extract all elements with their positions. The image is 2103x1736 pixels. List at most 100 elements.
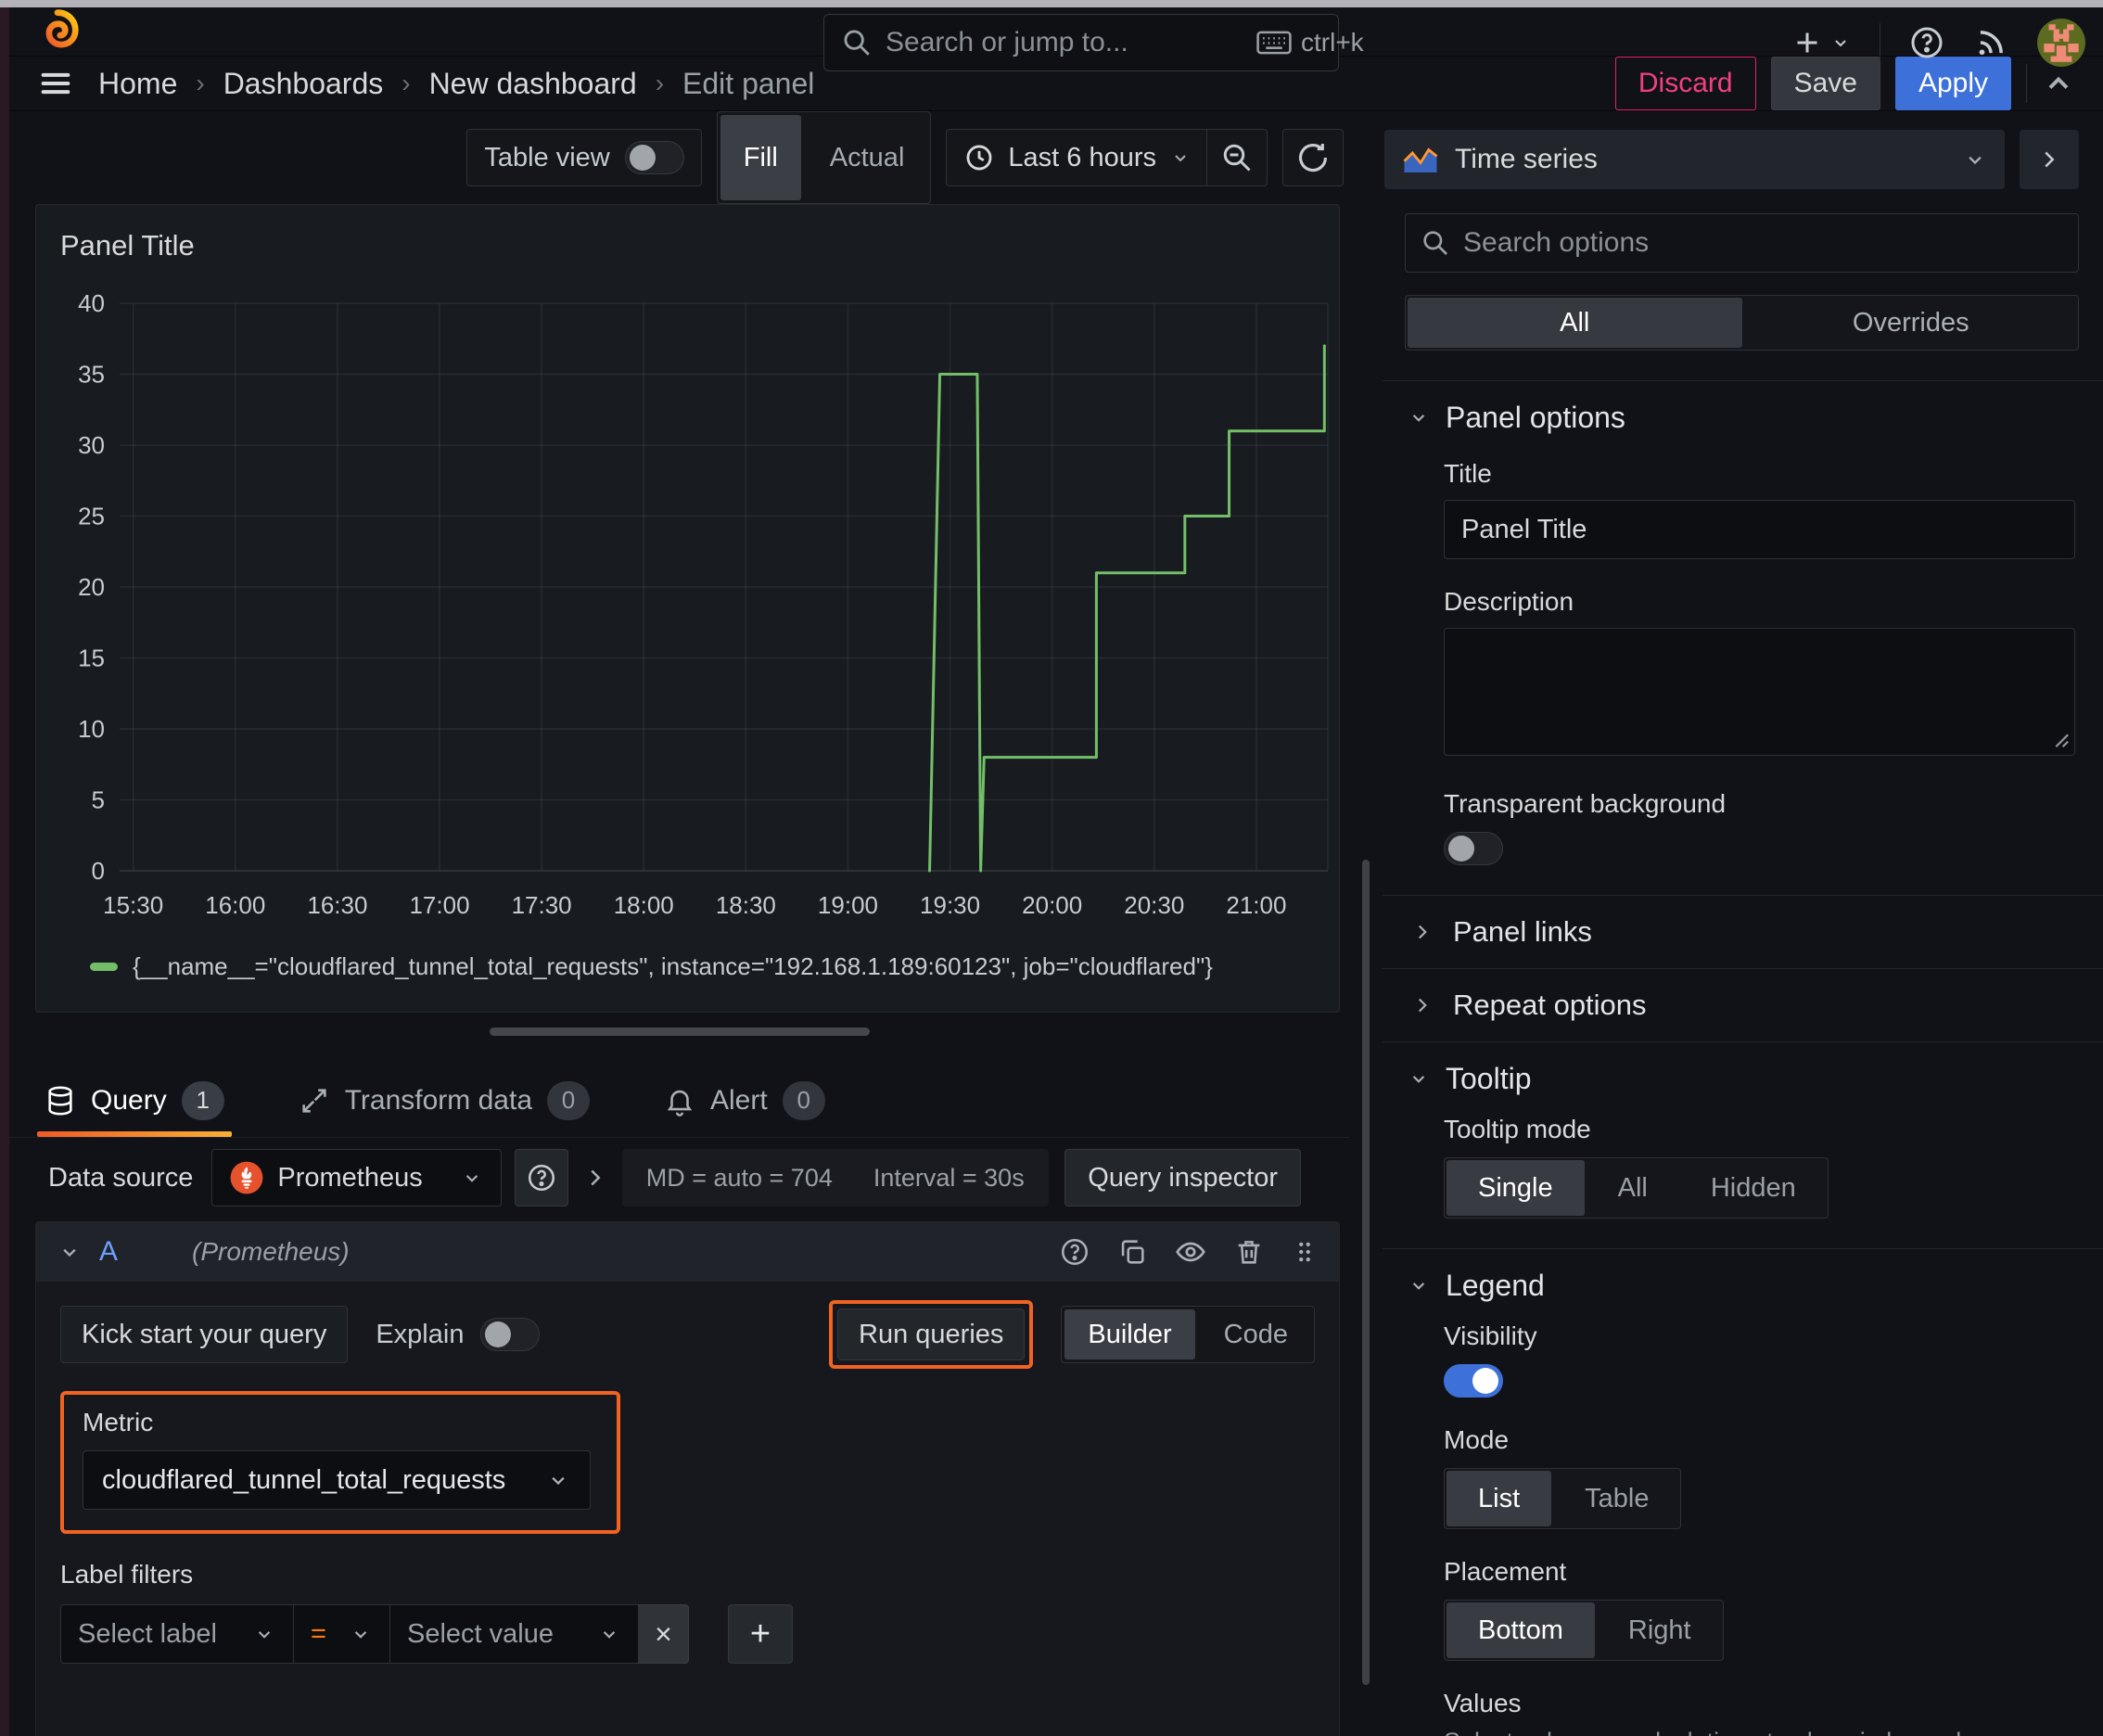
tooltip-all-option[interactable]: All: [1587, 1158, 1679, 1218]
values-help-text: Select values or calculations to show in…: [1383, 1728, 2103, 1736]
breadcrumb-edit-panel: Edit panel: [682, 66, 815, 100]
legend-visibility-toggle[interactable]: [1444, 1364, 1503, 1398]
search-icon: [841, 27, 873, 58]
zoom-out-time-button[interactable]: [1207, 130, 1267, 185]
query-help-icon[interactable]: [1059, 1236, 1090, 1268]
tab-all-options[interactable]: All: [1408, 298, 1742, 348]
chevron-down-icon: [1412, 1283, 1425, 1290]
query-options-summary[interactable]: MD = auto = 704 Interval = 30s: [621, 1149, 1049, 1206]
visualization-name: Time series: [1455, 144, 1598, 174]
resize-grip-icon[interactable]: [2049, 728, 2070, 748]
news-rss-button[interactable]: [1973, 25, 2008, 60]
legend-series-label[interactable]: {__name__="cloudflared_tunnel_total_requ…: [133, 952, 1213, 981]
options-search-input[interactable]: [1463, 227, 2063, 259]
run-queries-button[interactable]: Run queries: [837, 1308, 1026, 1360]
datasource-label: Data source: [48, 1162, 194, 1193]
query-ref-id[interactable]: A: [99, 1236, 118, 1268]
add-filter-button[interactable]: +: [728, 1604, 793, 1664]
repeat-options-section[interactable]: Repeat options: [1383, 969, 2103, 1041]
tooltip-section[interactable]: Tooltip: [1383, 1042, 2103, 1115]
time-range-button[interactable]: Last 6 hours: [963, 142, 1206, 173]
menu-hamburger-icon[interactable]: [37, 65, 74, 102]
grafana-logo[interactable]: [33, 7, 82, 56]
panel-title: Panel Title: [60, 229, 195, 262]
operator-dropdown[interactable]: =: [294, 1604, 390, 1664]
legend-section[interactable]: Legend: [1383, 1249, 2103, 1321]
breadcrumb-new-dashboard[interactable]: New dashboard: [429, 67, 637, 101]
placement-bottom-option[interactable]: Bottom: [1447, 1602, 1595, 1658]
code-option[interactable]: Code: [1198, 1307, 1314, 1362]
select-label-dropdown[interactable]: Select label: [60, 1604, 294, 1664]
delete-query-icon[interactable]: [1233, 1236, 1265, 1268]
transparent-background-toggle[interactable]: [1444, 832, 1503, 865]
metric-select[interactable]: cloudflared_tunnel_total_requests: [83, 1450, 591, 1510]
kick-start-query-button[interactable]: Kick start your query: [60, 1306, 349, 1363]
table-view-toggle[interactable]: [624, 141, 684, 174]
collapse-chevron-icon: [63, 1248, 76, 1257]
refresh-button[interactable]: [1282, 129, 1344, 186]
tab-alert[interactable]: Alert 0: [656, 1064, 833, 1137]
options-filter-tabs: All Overrides: [1405, 295, 2079, 351]
chart-legend[interactable]: {__name__="cloudflared_tunnel_total_requ…: [36, 952, 1339, 981]
legend-list-option[interactable]: List: [1447, 1471, 1552, 1526]
tab-overrides[interactable]: Overrides: [1744, 296, 2079, 350]
panel-description-textarea[interactable]: [1444, 628, 2075, 756]
add-menu-button[interactable]: [1791, 26, 1852, 59]
tooltip-single-option[interactable]: Single: [1447, 1160, 1585, 1216]
hide-query-icon[interactable]: [1174, 1235, 1207, 1269]
toggle-options-pane-button[interactable]: [2020, 130, 2079, 189]
help-button[interactable]: [1908, 24, 1945, 61]
query-editor: A (Prometheus) Kick start your query Exp…: [35, 1221, 1340, 1736]
remove-filter-button[interactable]: ×: [639, 1604, 689, 1664]
datasource-row: Data source Prometheus MD = auto = 704 I…: [9, 1138, 1349, 1218]
explain-toggle[interactable]: [480, 1318, 541, 1351]
placement-right-option[interactable]: Right: [1597, 1601, 1723, 1660]
legend-table-option[interactable]: Table: [1553, 1469, 1680, 1528]
panel-resize-handle[interactable]: [489, 1028, 870, 1036]
breadcrumb-home[interactable]: Home: [98, 67, 177, 101]
tab-transform-data[interactable]: Transform data 0: [291, 1064, 597, 1137]
panel-toolbar: Table view Fill Actual Last 6 hours: [9, 111, 1349, 204]
panel-links-section[interactable]: Panel links: [1383, 896, 2103, 968]
datasource-picker[interactable]: Prometheus: [211, 1149, 502, 1206]
svg-text:20:00: 20:00: [1022, 891, 1082, 919]
breadcrumb-dashboards[interactable]: Dashboards: [223, 67, 384, 101]
duplicate-query-icon[interactable]: [1116, 1236, 1148, 1268]
global-search-input[interactable]: [886, 27, 1243, 58]
builder-option[interactable]: Builder: [1064, 1309, 1195, 1359]
fill-option[interactable]: Fill: [720, 115, 801, 200]
top-nav-bar: ctrl+k: [9, 7, 2103, 71]
tab-query[interactable]: Query 1: [37, 1064, 232, 1137]
panel-options-section[interactable]: Panel options: [1383, 381, 2103, 453]
discard-button[interactable]: Discard: [1614, 57, 1756, 110]
tooltip-hidden-option[interactable]: Hidden: [1679, 1158, 1828, 1218]
datasource-help-button[interactable]: [514, 1149, 568, 1206]
alert-count-badge: 0: [782, 1080, 825, 1120]
vertical-scrollbar[interactable]: [1362, 860, 1370, 1685]
query-row-header[interactable]: A (Prometheus): [36, 1222, 1339, 1282]
svg-text:17:30: 17:30: [512, 891, 572, 919]
options-search[interactable]: [1405, 213, 2079, 273]
actual-option[interactable]: Actual: [804, 112, 931, 203]
global-search[interactable]: ctrl+k: [823, 14, 1364, 71]
visualization-picker[interactable]: Time series: [1384, 130, 2005, 189]
breadcrumb-separator: ›: [196, 69, 205, 97]
drag-handle-icon[interactable]: [1291, 1238, 1319, 1266]
values-label: Values: [1444, 1689, 1522, 1717]
svg-text:35: 35: [78, 361, 105, 389]
select-value-dropdown[interactable]: Select value: [390, 1604, 639, 1664]
explain-control: Explain: [376, 1318, 541, 1351]
svg-text:10: 10: [78, 715, 105, 743]
svg-text:5: 5: [92, 786, 105, 814]
user-avatar[interactable]: [2036, 18, 2086, 68]
time-series-chart[interactable]: 0 5 10 15 20 25 30 35 40 15:30 16:00 16:30 17:00 17:3…: [44, 294, 1332, 949]
chevron-down-icon: [354, 1631, 367, 1639]
table-view-label: Table view: [484, 142, 610, 172]
description-label: Description: [1444, 587, 1574, 616]
query-inspector-button[interactable]: Query inspector: [1064, 1149, 1301, 1206]
legend-mode-label: Mode: [1444, 1425, 1510, 1454]
options-expand-icon[interactable]: [581, 1164, 609, 1192]
svg-text:15:30: 15:30: [103, 891, 163, 919]
panel-title-input[interactable]: [1444, 500, 2075, 559]
explain-label: Explain: [376, 1319, 465, 1349]
